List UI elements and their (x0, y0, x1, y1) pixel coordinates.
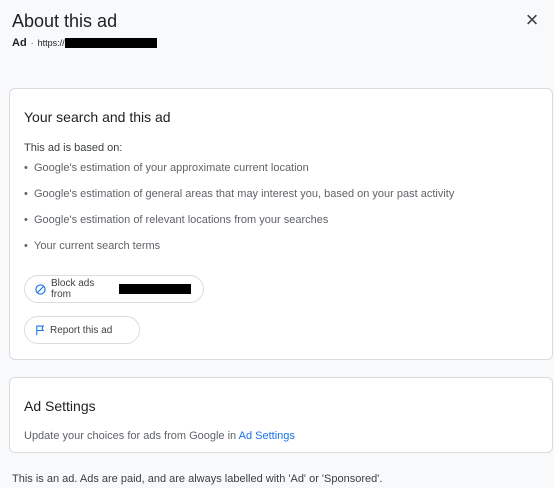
flag-icon (35, 325, 45, 336)
card-heading: Your search and this ad (24, 109, 171, 125)
ad-settings-link[interactable]: Ad Settings (239, 430, 295, 442)
list-item: • Google's estimation of general areas th… (24, 188, 455, 200)
card-heading: Ad Settings (24, 398, 96, 414)
block-icon (35, 283, 46, 295)
list-item: • Your current search terms (24, 240, 161, 252)
redacted-url (64, 38, 157, 48)
ad-settings-card: Ad Settings Update your choices for ads … (9, 377, 553, 453)
list-item: • Google's estimation of your approximate… (24, 162, 309, 174)
intro-text: This ad is based on: (24, 142, 123, 154)
block-ads-label: Block ads from (51, 278, 95, 300)
separator-dot: · (30, 38, 34, 48)
ad-url: https:// (37, 38, 65, 48)
report-ad-label: Report this ad (50, 324, 113, 336)
ad-label: Ad (12, 37, 27, 49)
search-and-ad-card: Your search and this ad This ad is based… (9, 88, 553, 360)
reasons-list: • Google's estimation of your approximate… (24, 155, 454, 259)
settings-text: Update your choices for ads from Google … (24, 430, 295, 442)
footer-disclaimer: This is an ad. Ads are paid, and are alw… (12, 473, 383, 485)
redacted-advertiser (118, 284, 191, 294)
dialog-header: About this ad Ad · https:// (12, 10, 542, 70)
close-icon: × (525, 7, 539, 32)
close-button[interactable]: × (518, 6, 546, 34)
report-ad-button[interactable]: Report this ad (24, 316, 140, 344)
dialog-title: About this ad (12, 11, 118, 31)
ad-source-line: Ad · https:// (12, 36, 542, 50)
list-item: • Google's estimation of relevant locatio… (24, 214, 329, 226)
block-ads-button[interactable]: Block ads from (24, 275, 204, 303)
